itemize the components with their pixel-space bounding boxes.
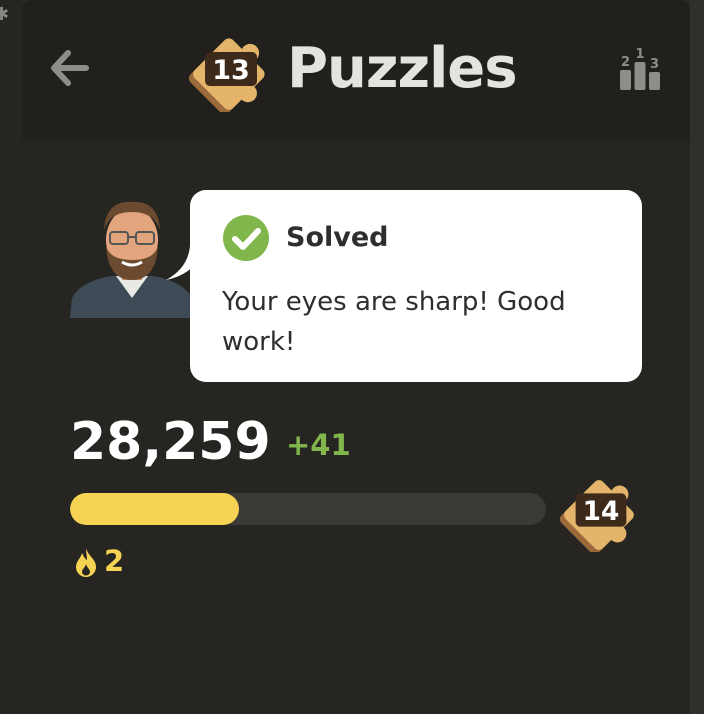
level-badge-number: 13: [212, 55, 250, 86]
level-progress-fill: [70, 493, 239, 525]
right-edge-strip: [690, 0, 704, 714]
solved-status-label: Solved: [286, 222, 389, 253]
leaderboard-button[interactable]: 2 1 3: [616, 44, 664, 94]
feedback-message: Your eyes are sharp! Good work!: [222, 287, 566, 357]
leaderboard-podium-icon: 2 1 3: [620, 47, 660, 90]
puzzle-rating: 28,259: [70, 412, 271, 472]
level-progress-bar: [70, 493, 546, 525]
back-button[interactable]: [44, 42, 96, 94]
leaderboard-digit-3: 3: [650, 57, 659, 72]
left-edge-strip: ✱: [0, 0, 22, 714]
leaderboard-digit-1: 1: [635, 47, 644, 62]
flame-icon: [74, 546, 98, 578]
puzzle-piece-icon: 14: [559, 480, 634, 555]
streak-count: 2: [104, 544, 125, 578]
feedback-bubble: Solved Your eyes are sharp! Good work!: [166, 190, 642, 382]
leaderboard-digit-2: 2: [621, 55, 630, 70]
panel-header: 13 Puzzles 2 1 3: [22, 0, 690, 140]
puzzle-level-badge: 13: [187, 28, 275, 115]
next-level-badge: 14: [558, 470, 644, 555]
rating-delta: +41: [286, 428, 351, 462]
settings-gear-icon[interactable]: ✱: [0, 4, 9, 25]
puzzles-panel: 13 Puzzles 2 1 3 Solved Your eyes are sh…: [22, 0, 690, 714]
bubble-tail: [166, 246, 206, 280]
page-title: Puzzles: [287, 36, 518, 101]
next-level-badge-number: 14: [583, 497, 620, 527]
puzzle-piece-icon: 13: [188, 38, 265, 115]
check-circle-icon: [222, 214, 270, 262]
arrow-left-icon: [51, 50, 89, 86]
